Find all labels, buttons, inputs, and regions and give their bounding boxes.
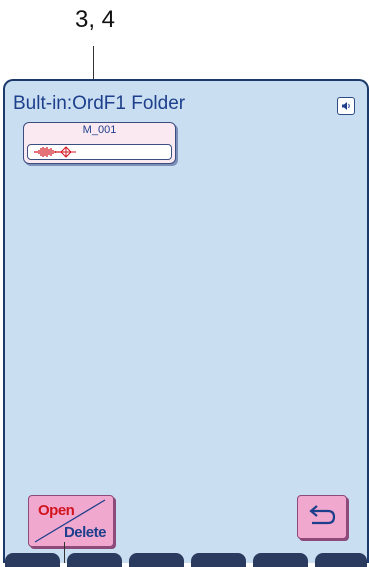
speaker-icon[interactable] bbox=[337, 97, 355, 115]
file-item[interactable]: M_001 bbox=[23, 122, 176, 164]
return-arrow-icon bbox=[309, 505, 336, 525]
tab-2[interactable] bbox=[67, 553, 122, 567]
tab-bar bbox=[5, 553, 367, 567]
tab-1[interactable] bbox=[5, 553, 60, 567]
open-delete-button[interactable]: Open Delete bbox=[28, 495, 114, 547]
waveform-icon bbox=[34, 146, 76, 158]
return-button[interactable] bbox=[297, 495, 347, 539]
file-name: M_001 bbox=[82, 124, 117, 136]
file-icon-bar bbox=[27, 144, 172, 160]
tab-6[interactable] bbox=[315, 553, 367, 567]
tab-5[interactable] bbox=[253, 553, 308, 567]
callout-label: 3, 4 bbox=[74, 6, 116, 33]
folder-title: Bult-in:OrdF1 Folder bbox=[13, 93, 186, 114]
delete-label: Delete bbox=[63, 524, 107, 541]
open-label: Open bbox=[38, 502, 75, 519]
device-screen: Bult-in:OrdF1 Folder M_001 Open Delete bbox=[3, 79, 369, 563]
speaker-icon-glyph bbox=[342, 102, 350, 110]
tab-3[interactable] bbox=[129, 553, 184, 567]
tab-4[interactable] bbox=[191, 553, 246, 567]
